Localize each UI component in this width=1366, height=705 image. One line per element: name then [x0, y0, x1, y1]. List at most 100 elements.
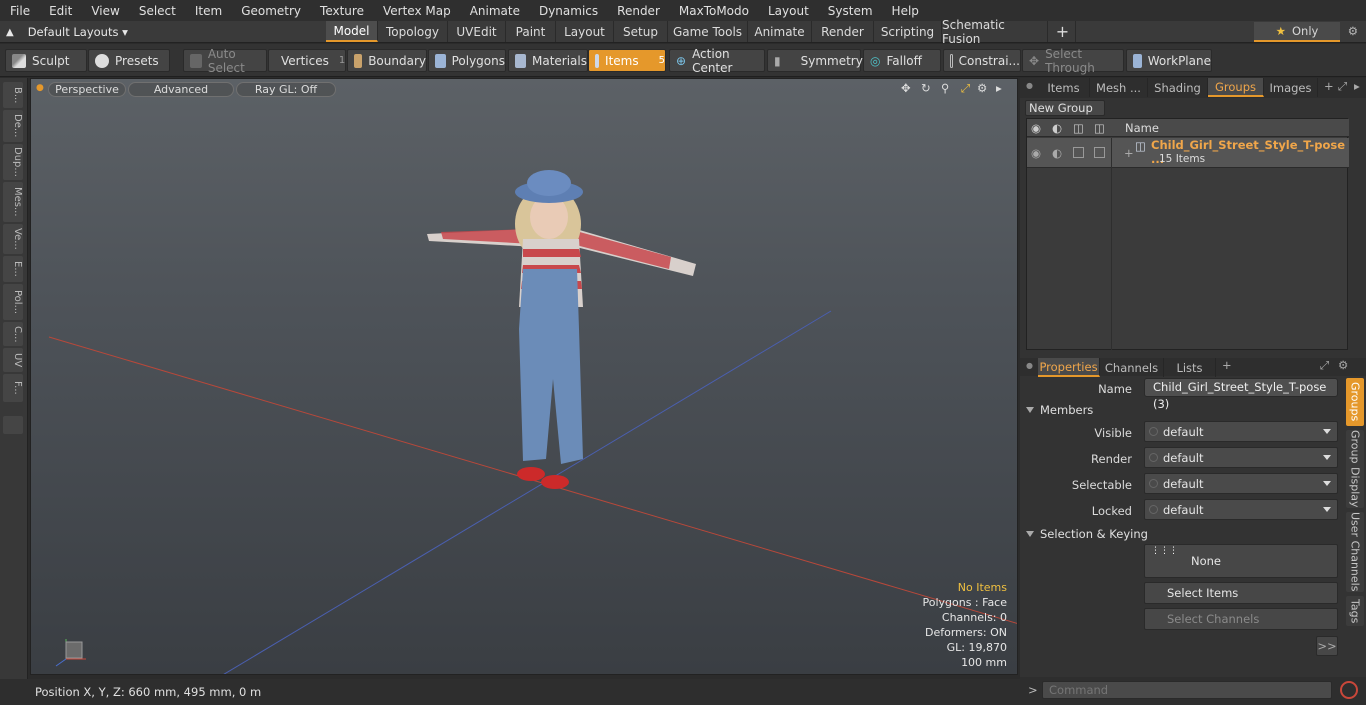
- left-tab-extra[interactable]: [3, 416, 23, 434]
- props-gear-icon[interactable]: ⚙: [1338, 358, 1348, 372]
- menu-animate[interactable]: Animate: [460, 4, 529, 18]
- sculpt-button[interactable]: Sculpt: [5, 49, 87, 72]
- tab-shading[interactable]: Shading: [1148, 78, 1208, 97]
- left-tab-uv[interactable]: UV: [3, 348, 23, 372]
- menu-item[interactable]: Item: [185, 4, 231, 18]
- gear-icon[interactable]: ⚙: [1348, 24, 1358, 38]
- props-maximize-icon[interactable]: ⤢: [1320, 358, 1329, 373]
- menu-maxtomodo[interactable]: MaxToModo: [669, 4, 758, 18]
- menu-render[interactable]: Render: [607, 4, 669, 18]
- tab-paint[interactable]: Paint: [506, 21, 556, 42]
- record-icon[interactable]: [1340, 681, 1358, 699]
- members-section[interactable]: Members: [1026, 402, 1344, 418]
- command-input[interactable]: [1042, 681, 1332, 699]
- select-channels-button[interactable]: Select Channels: [1144, 608, 1338, 630]
- presets-button[interactable]: Presets: [88, 49, 170, 72]
- left-tab-mesh[interactable]: Mes...: [3, 182, 23, 222]
- perspective-button[interactable]: Perspective: [48, 82, 126, 97]
- menu-texture[interactable]: Texture: [310, 4, 373, 18]
- falloff-button[interactable]: ◎ Falloff: [863, 49, 941, 72]
- menu-vertex-map[interactable]: Vertex Map: [373, 4, 460, 18]
- tab-setup[interactable]: Setup: [614, 21, 668, 42]
- panel-expand-icon[interactable]: ▸: [1354, 79, 1360, 93]
- tab-uvedit[interactable]: UVEdit: [448, 21, 506, 42]
- locked-select[interactable]: default: [1144, 499, 1338, 520]
- left-tab-fusion[interactable]: F...: [3, 374, 23, 402]
- vertices-button[interactable]: Vertices 1: [268, 49, 346, 72]
- name-field[interactable]: Child_Girl_Street_Style_T-pose (3): [1144, 378, 1338, 411]
- tab-game-tools[interactable]: Game Tools: [668, 21, 748, 42]
- side-tab-user-channels[interactable]: User Channels: [1346, 512, 1364, 592]
- symmetry-button[interactable]: ▮ Symmetry: [767, 49, 863, 72]
- zoom-view-icon[interactable]: ⚲: [941, 81, 949, 95]
- tab-model[interactable]: Model: [326, 21, 378, 42]
- materials-button[interactable]: Materials: [508, 49, 588, 72]
- rotate-view-icon[interactable]: ↻: [921, 81, 931, 95]
- tab-render[interactable]: Render: [812, 21, 874, 42]
- action-center-button[interactable]: ⊕ Action Center: [669, 47, 765, 75]
- tab-scripting[interactable]: Scripting: [874, 21, 942, 42]
- tab-mesh[interactable]: Mesh ...: [1090, 78, 1148, 97]
- add-tab-icon[interactable]: +: [1050, 21, 1076, 42]
- left-tab-vertex[interactable]: Ve...: [3, 224, 23, 254]
- menu-dynamics[interactable]: Dynamics: [529, 4, 607, 18]
- select-cube-icon[interactable]: ◫: [1073, 121, 1084, 135]
- viewport-menu-icon[interactable]: ●: [36, 83, 44, 93]
- tab-topology[interactable]: Topology: [378, 21, 448, 42]
- auto-select-button[interactable]: Auto Select: [183, 47, 267, 75]
- raygl-button[interactable]: Ray GL: Off: [236, 82, 336, 97]
- row-select-checkbox[interactable]: [1073, 147, 1084, 158]
- menu-help[interactable]: Help: [882, 4, 928, 18]
- left-tab-edge[interactable]: E...: [3, 256, 23, 282]
- lock-cube-icon[interactable]: ◫: [1094, 121, 1105, 135]
- move-view-icon[interactable]: ✥: [901, 81, 911, 95]
- tab-layout[interactable]: Layout: [556, 21, 614, 42]
- left-tab-duplicate[interactable]: Dup...: [3, 144, 23, 180]
- left-tab-polygon[interactable]: Pol...: [3, 284, 23, 320]
- 3d-viewport[interactable]: ● Perspective Advanced Ray GL: Off ✥ ↻ ⚲…: [30, 78, 1018, 675]
- tab-schematic-fusion[interactable]: Schematic Fusion: [942, 18, 1048, 46]
- row-lock-checkbox[interactable]: [1094, 147, 1105, 158]
- only-toggle[interactable]: ★ Only: [1254, 22, 1340, 42]
- select-through-button[interactable]: ✥ Select Through: [1022, 47, 1124, 75]
- boundary-button[interactable]: Boundary: [347, 49, 427, 72]
- select-items-button[interactable]: Select Items: [1144, 582, 1338, 604]
- maximize-panel-icon[interactable]: ⤢: [1338, 79, 1347, 94]
- tab-lists[interactable]: Lists: [1164, 358, 1216, 377]
- menu-system[interactable]: System: [818, 4, 882, 18]
- maximize-view-icon[interactable]: ⤢: [961, 81, 970, 96]
- menu-select[interactable]: Select: [129, 4, 185, 18]
- menu-geometry[interactable]: Geometry: [231, 4, 310, 18]
- workplane-button[interactable]: WorkPlane: [1126, 49, 1212, 72]
- group-row[interactable]: ◉ ◐ + ◫ Child_Girl_Street_Style_T-pose .…: [1027, 138, 1349, 168]
- tab-images[interactable]: Images: [1264, 78, 1318, 97]
- layouts-selector[interactable]: ▲ Default Layouts ▾: [6, 21, 128, 43]
- visibility-eye-icon[interactable]: ◉: [1031, 121, 1041, 135]
- new-group-button[interactable]: New Group: [1025, 100, 1105, 116]
- side-tab-group-display[interactable]: Group Display: [1346, 430, 1364, 508]
- menu-view[interactable]: View: [81, 4, 128, 18]
- viewport-expand-icon[interactable]: ▸: [996, 81, 1002, 95]
- tab-groups[interactable]: Groups: [1208, 78, 1264, 97]
- panel-menu-icon[interactable]: ●: [1026, 81, 1033, 90]
- props-menu-icon[interactable]: ●: [1026, 361, 1033, 370]
- left-tab-basic[interactable]: B...: [3, 82, 23, 108]
- none-keying-button[interactable]: ⋮⋮⋮ None: [1144, 544, 1338, 578]
- visible-select[interactable]: default: [1144, 421, 1338, 442]
- tab-channels[interactable]: Channels: [1100, 358, 1164, 377]
- selectable-select[interactable]: default: [1144, 473, 1338, 494]
- side-tab-groups[interactable]: Groups: [1346, 378, 1364, 426]
- items-button[interactable]: Items 5: [588, 49, 666, 72]
- viewport-gear-icon[interactable]: ⚙: [977, 81, 987, 95]
- render-select[interactable]: default: [1144, 447, 1338, 468]
- expand-plus-icon[interactable]: +: [1124, 146, 1134, 160]
- left-tab-curve[interactable]: C...: [3, 322, 23, 346]
- menu-layout[interactable]: Layout: [758, 4, 818, 18]
- more-button[interactable]: >>: [1316, 636, 1338, 656]
- row-render-icon[interactable]: ◐: [1052, 146, 1062, 160]
- row-eye-icon[interactable]: ◉: [1031, 146, 1041, 160]
- add-panel-tab-icon[interactable]: +: [1324, 79, 1334, 93]
- add-props-tab-icon[interactable]: +: [1222, 358, 1232, 372]
- side-tab-tags[interactable]: Tags: [1346, 596, 1364, 626]
- tab-animate[interactable]: Animate: [748, 21, 812, 42]
